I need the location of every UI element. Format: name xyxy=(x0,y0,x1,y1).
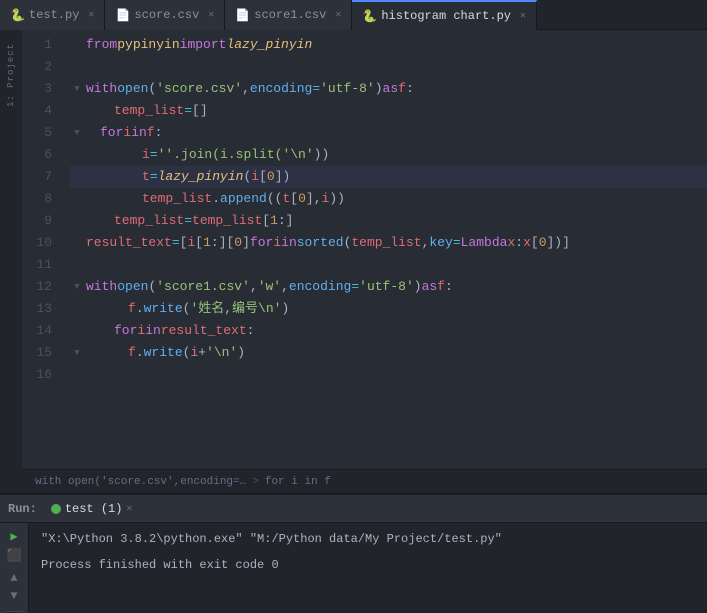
code-line-2 xyxy=(70,56,707,78)
run-status-dot xyxy=(51,504,61,514)
tab-close-test-py[interactable]: ✕ xyxy=(88,9,94,21)
tab-label-score-csv: score.csv xyxy=(134,8,199,22)
left-gutter: 1: Project xyxy=(0,30,22,493)
tab-label-histogram-chart-py: histogram chart.py xyxy=(381,9,511,23)
run-tab-label: test (1) xyxy=(65,502,123,516)
run-play-button[interactable]: ▶ xyxy=(4,529,24,544)
run-body: ▶ ⬛ ▲ ▼ ⊞ "X:\Python 3.8.2\python.exe" "… xyxy=(0,523,707,613)
code-line-3: ▼ with open('score.csv',encoding='utf-8'… xyxy=(70,78,707,100)
breadcrumb-text1: with open('score.csv',encoding=… xyxy=(35,476,246,488)
code-line-8: temp_list.append((t[0],i)) xyxy=(70,188,707,210)
code-line-1: from pypinyin import lazy_pinyin xyxy=(70,34,707,56)
python-icon: 🐍 xyxy=(10,8,24,22)
code-line-4: temp_list = [] xyxy=(70,100,707,122)
code-line-11 xyxy=(70,254,707,276)
run-left-controls: ▶ ⬛ ▲ ▼ ⊞ xyxy=(0,523,29,613)
run-result-line: Process finished with exit code 0 xyxy=(41,555,695,575)
line-numbers: 1 2 3 4 5 6 7 8 9 10 11 12 13 14 15 16 xyxy=(22,30,64,469)
code-line-6: i = ''.join(i.split('\n')) xyxy=(70,144,707,166)
code-line-13: f.write('姓名,编号\n') xyxy=(70,298,707,320)
tab-label-test-py: test.py xyxy=(29,8,79,22)
tab-test-py[interactable]: 🐍 test.py ✕ xyxy=(0,0,105,30)
python-icon-2: 🐍 xyxy=(362,9,376,23)
tab-score1-csv[interactable]: 📄 score1.csv ✕ xyxy=(225,0,352,30)
run-header: Run: test (1) ✕ xyxy=(0,495,707,523)
breadcrumb-text2: for i in f xyxy=(265,476,331,488)
run-stop-button[interactable]: ⬛ xyxy=(4,548,24,563)
run-command-line: "X:\Python 3.8.2\python.exe" "M:/Python … xyxy=(41,529,695,549)
run-output: "X:\Python 3.8.2\python.exe" "M:/Python … xyxy=(29,523,707,613)
csv-icon-2: 📄 xyxy=(235,8,249,22)
code-line-9: temp_list = temp_list[1:] xyxy=(70,210,707,232)
editor: 1 2 3 4 5 6 7 8 9 10 11 12 13 14 15 16 xyxy=(22,30,707,493)
code-line-7: t = lazy_pinyin(i[0]) xyxy=(70,166,707,188)
run-tab-close[interactable]: ✕ xyxy=(126,503,132,515)
code-line-12: ▼ with open('score1.csv','w',encoding='u… xyxy=(70,276,707,298)
code-area[interactable]: 1 2 3 4 5 6 7 8 9 10 11 12 13 14 15 16 xyxy=(22,30,707,469)
run-panel: Run: test (1) ✕ ▶ ⬛ ▲ ▼ ⊞ "X:\Python 3.8… xyxy=(0,493,707,613)
tab-histogram-chart-py[interactable]: 🐍 histogram chart.py ✕ xyxy=(352,0,537,30)
csv-icon: 📄 xyxy=(115,8,129,22)
breadcrumb-bar: with open('score.csv',encoding=… > for i… xyxy=(22,469,707,493)
run-label: Run: xyxy=(8,502,37,516)
project-panel-label: 1: Project xyxy=(6,43,16,107)
run-command-text: "X:\Python 3.8.2\python.exe" "M:/Python … xyxy=(41,532,502,546)
run-tab-test[interactable]: test (1) ✕ xyxy=(45,502,139,516)
tab-close-histogram-chart-py[interactable]: ✕ xyxy=(520,10,526,22)
code-line-15: ▼ f.write(i+'\n') xyxy=(70,342,707,364)
tab-score-csv[interactable]: 📄 score.csv ✕ xyxy=(105,0,225,30)
run-scroll-up-button[interactable]: ▲ xyxy=(4,571,24,585)
code-line-10: result_text = [i[1:][0] for i in sorted(… xyxy=(70,232,707,254)
tab-bar: 🐍 test.py ✕ 📄 score.csv ✕ 📄 score1.csv ✕… xyxy=(0,0,707,30)
breadcrumb-arrow: > xyxy=(252,476,259,488)
code-lines: from pypinyin import lazy_pinyin ▼ with … xyxy=(64,30,707,469)
tab-close-score1-csv[interactable]: ✕ xyxy=(335,9,341,21)
code-line-14: for i in result_text: xyxy=(70,320,707,342)
main-area: 1: Project 1 2 3 4 5 6 7 8 9 10 11 12 13… xyxy=(0,30,707,493)
run-scroll-down-button[interactable]: ▼ xyxy=(4,589,24,603)
code-line-5: ▼ for i in f : xyxy=(70,122,707,144)
run-result-text: Process finished with exit code 0 xyxy=(41,558,279,572)
tab-label-score1-csv: score1.csv xyxy=(254,8,326,22)
code-line-16 xyxy=(70,364,707,386)
tab-close-score-csv[interactable]: ✕ xyxy=(208,9,214,21)
